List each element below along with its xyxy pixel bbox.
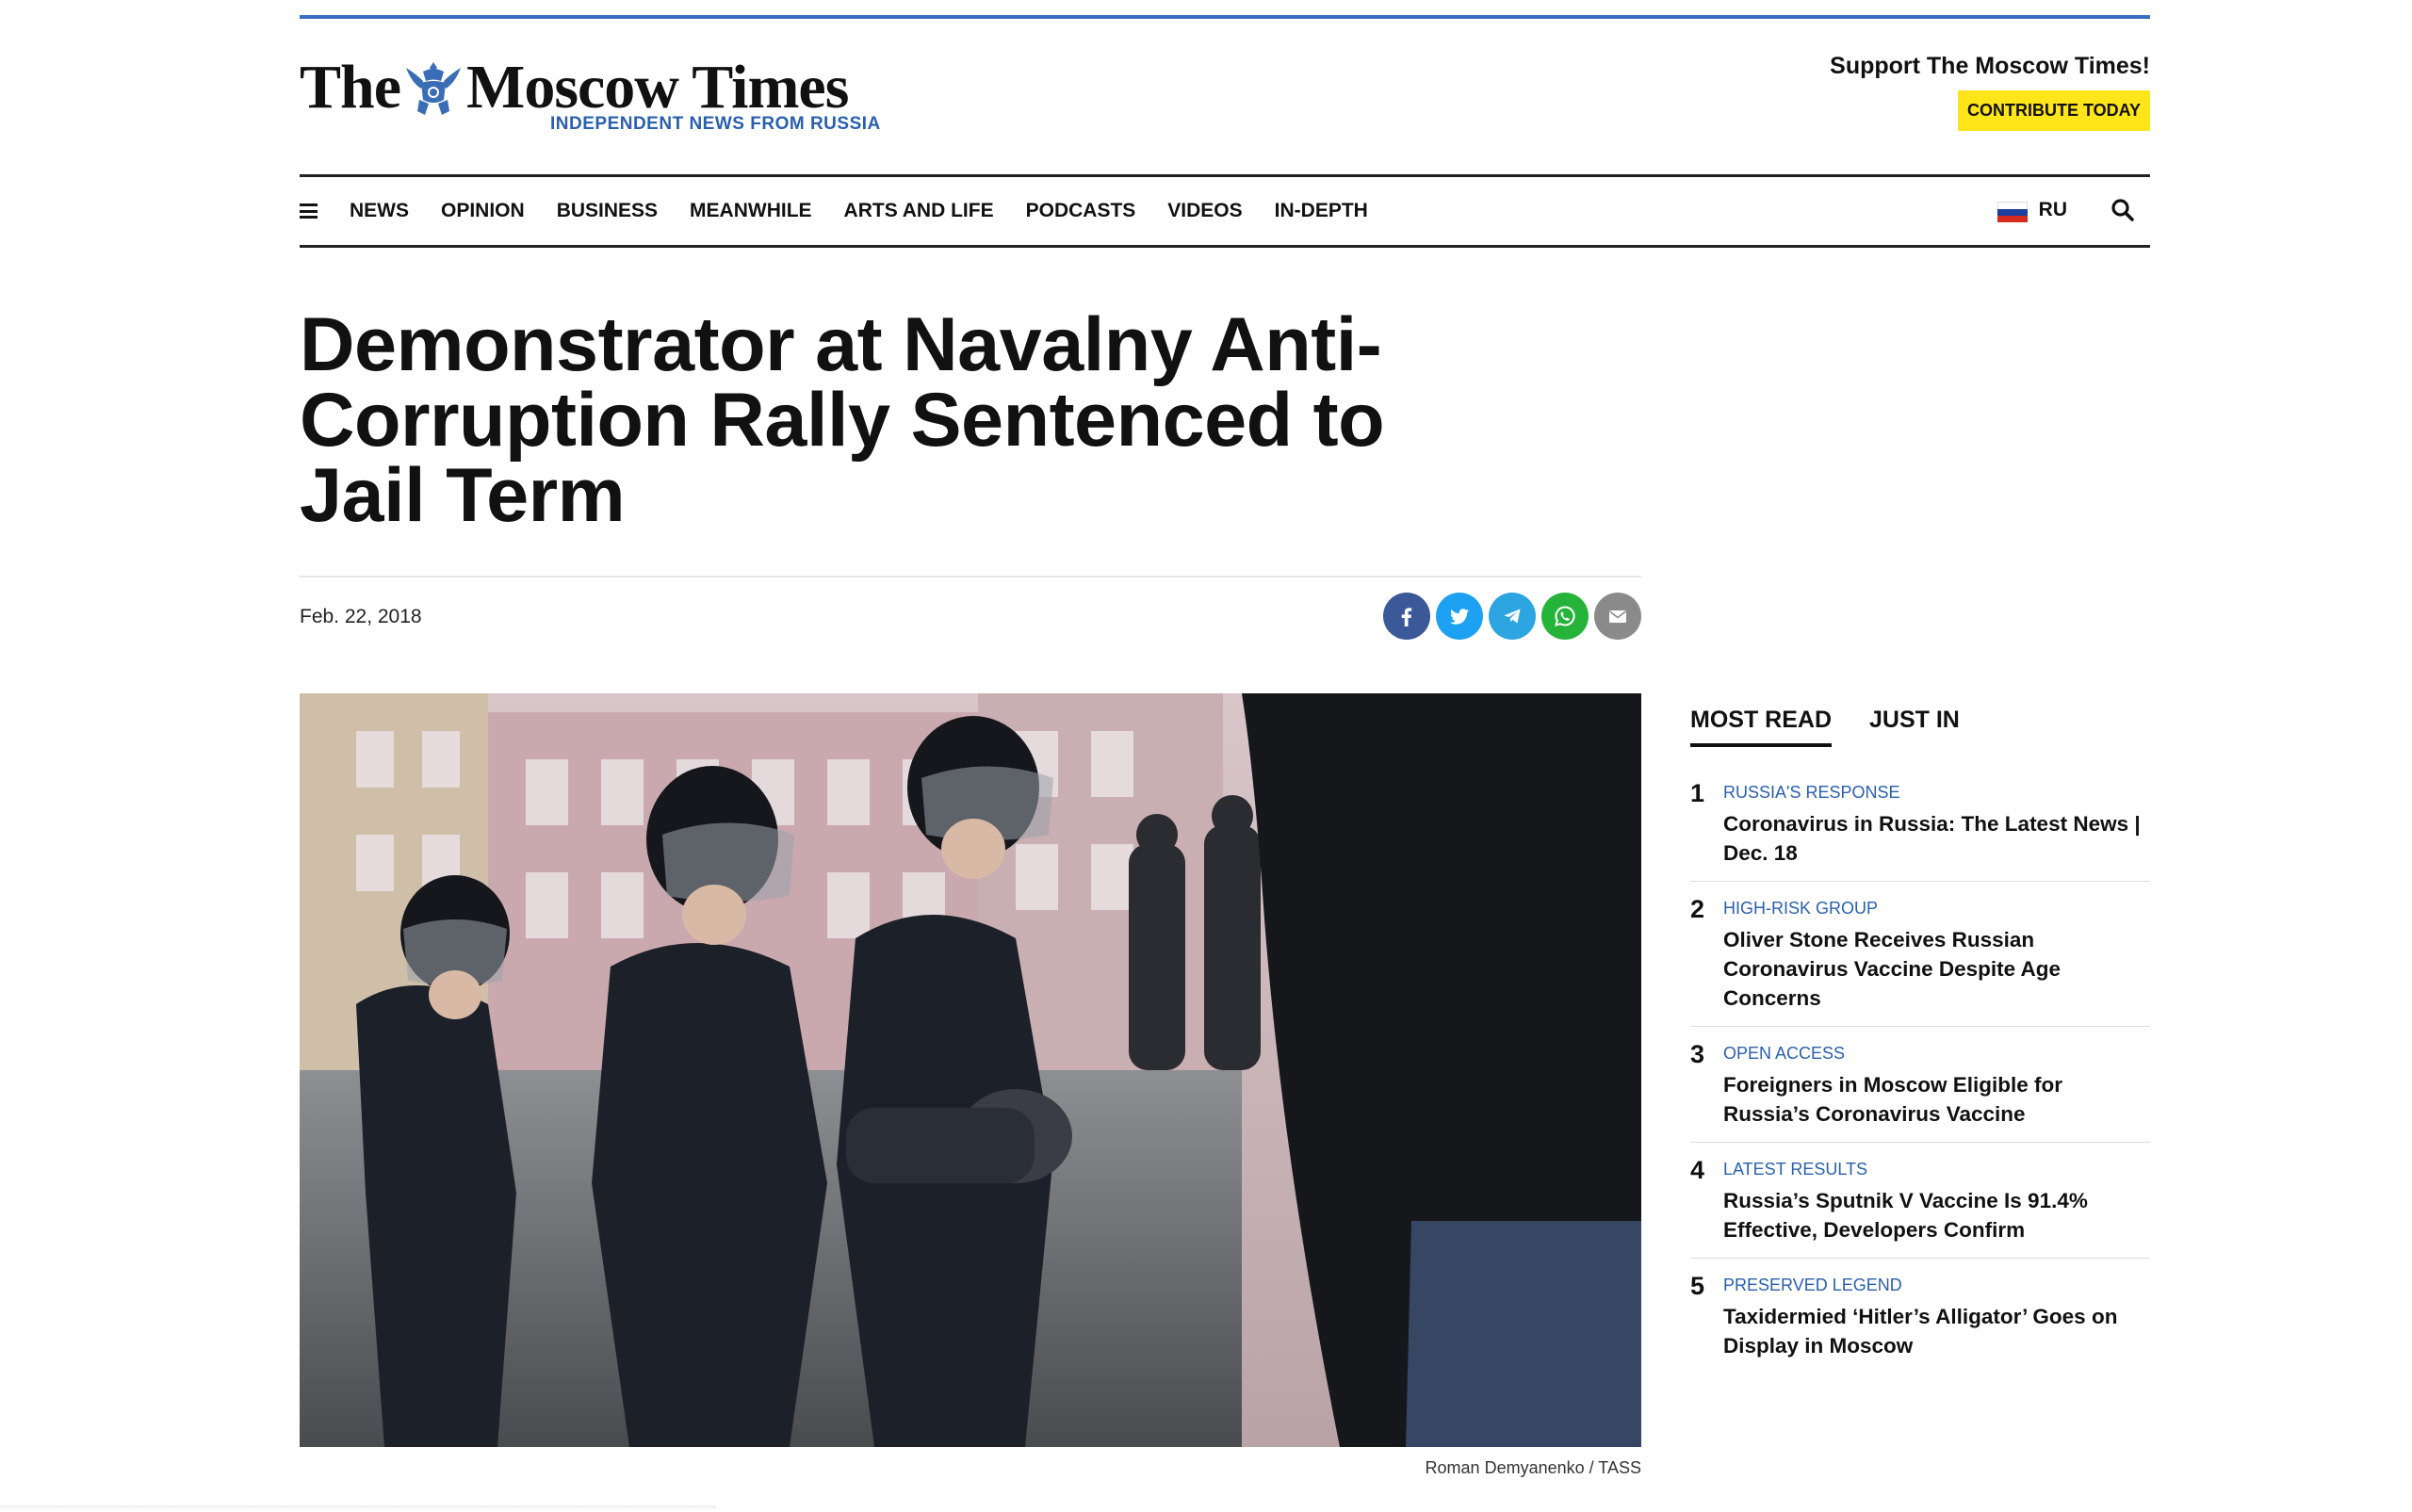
item-category[interactable]: Preserved Legend (1723, 1276, 2150, 1295)
item-title[interactable]: Oliver Stone Receives Russian Coronaviru… (1723, 925, 2150, 1013)
nav-item-opinion[interactable]: OPINION (441, 200, 525, 222)
sidebar: MOST READ JUST IN 1 Russia's Response Co… (1690, 707, 2150, 1374)
list-item[interactable]: 4 Latest Results Russia’s Sputnik V Vacc… (1690, 1143, 2150, 1259)
contribute-button[interactable]: CONTRIBUTE TODAY (1958, 90, 2150, 131)
footer-shadow (0, 1505, 716, 1511)
photo-credit: Roman Demyanenko / TASS (1425, 1458, 1641, 1477)
article-title: Demonstrator at Navalny Anti-Corruption … (300, 302, 1385, 538)
item-title[interactable]: Coronavirus in Russia: The Latest News |… (1723, 809, 2150, 868)
tab-most-read[interactable]: MOST READ (1690, 707, 1832, 747)
share-buttons (1383, 593, 1647, 640)
most-read-list: 1 Russia's Response Coronavirus in Russi… (1690, 766, 2150, 1374)
logo-text-moscow-times: Moscow Times (466, 53, 849, 122)
item-category[interactable]: Open Access (1723, 1044, 2150, 1064)
nav-item-news[interactable]: NEWS (350, 200, 409, 222)
item-title[interactable]: Russia’s Sputnik V Vaccine Is 91.4% Effe… (1723, 1186, 2150, 1244)
facebook-icon (1401, 608, 1412, 626)
eagle-icon (406, 62, 462, 115)
list-item[interactable]: 2 High-Risk Group Oliver Stone Receives … (1690, 882, 2150, 1027)
nav-item-videos[interactable]: VIDEOS (1167, 200, 1242, 222)
russia-flag-icon (1996, 202, 2028, 222)
item-title[interactable]: Taxidermied ‘Hitler’s Alligator’ Goes on… (1723, 1302, 2150, 1360)
sidebar-tabs: MOST READ JUST IN (1690, 707, 2150, 747)
nav-item-arts-and-life[interactable]: ARTS AND LIFE (844, 200, 994, 222)
list-item[interactable]: 1 Russia's Response Coronavirus in Russi… (1690, 766, 2150, 882)
email-icon (1609, 610, 1626, 623)
telegram-icon (1504, 609, 1521, 624)
top-accent-line (300, 15, 2150, 19)
list-item[interactable]: 5 Preserved Legend Taxidermied ‘Hitler’s… (1690, 1259, 2150, 1374)
item-category[interactable]: High-Risk Group (1723, 899, 2150, 919)
logo-tagline: INDEPENDENT NEWS FROM RUSSIA (550, 114, 881, 134)
item-number: 4 (1690, 1156, 1705, 1184)
item-title[interactable]: Foreigners in Moscow Eligible for Russia… (1723, 1070, 2150, 1129)
nav-item-podcasts[interactable]: PODCASTS (1026, 200, 1136, 222)
whatsapp-share-button[interactable] (1541, 593, 1589, 640)
twitter-icon (1450, 609, 1469, 625)
article-date: Feb. 22, 2018 (300, 606, 422, 627)
whatsapp-icon (1555, 606, 1575, 626)
item-number: 3 (1690, 1040, 1705, 1068)
nav-items: NEWS OPINION BUSINESS MEANWHILE ARTS AND… (350, 177, 1400, 245)
twitter-share-button[interactable] (1436, 593, 1483, 640)
logo-text-the: The (300, 53, 401, 122)
support-text: Support The Moscow Times! (1830, 53, 2150, 79)
item-number: 5 (1690, 1272, 1705, 1300)
search-icon[interactable] (2110, 198, 2135, 222)
nav-item-meanwhile[interactable]: MEANWHILE (690, 200, 812, 222)
site-logo[interactable]: The Moscow Times (300, 53, 849, 122)
language-label: RU (2038, 199, 2067, 220)
telegram-share-button[interactable] (1489, 593, 1536, 640)
item-number: 1 (1690, 779, 1705, 807)
item-category[interactable]: Latest Results (1723, 1160, 2150, 1179)
item-number: 2 (1690, 895, 1705, 923)
item-category[interactable]: Russia's Response (1723, 783, 2150, 803)
language-switch[interactable]: RU (1996, 198, 2067, 222)
facebook-share-button[interactable] (1383, 593, 1430, 640)
divider (300, 576, 1641, 577)
list-item[interactable]: 3 Open Access Foreigners in Moscow Eligi… (1690, 1027, 2150, 1143)
main-nav: NEWS OPINION BUSINESS MEANWHILE ARTS AND… (300, 174, 2150, 248)
nav-item-in-depth[interactable]: IN-DEPTH (1275, 200, 1368, 222)
nav-item-business[interactable]: BUSINESS (557, 200, 658, 222)
email-share-button[interactable] (1594, 593, 1641, 640)
tab-just-in[interactable]: JUST IN (1869, 707, 1960, 747)
hamburger-menu-icon[interactable] (300, 203, 318, 219)
article-photo (300, 693, 1641, 1447)
